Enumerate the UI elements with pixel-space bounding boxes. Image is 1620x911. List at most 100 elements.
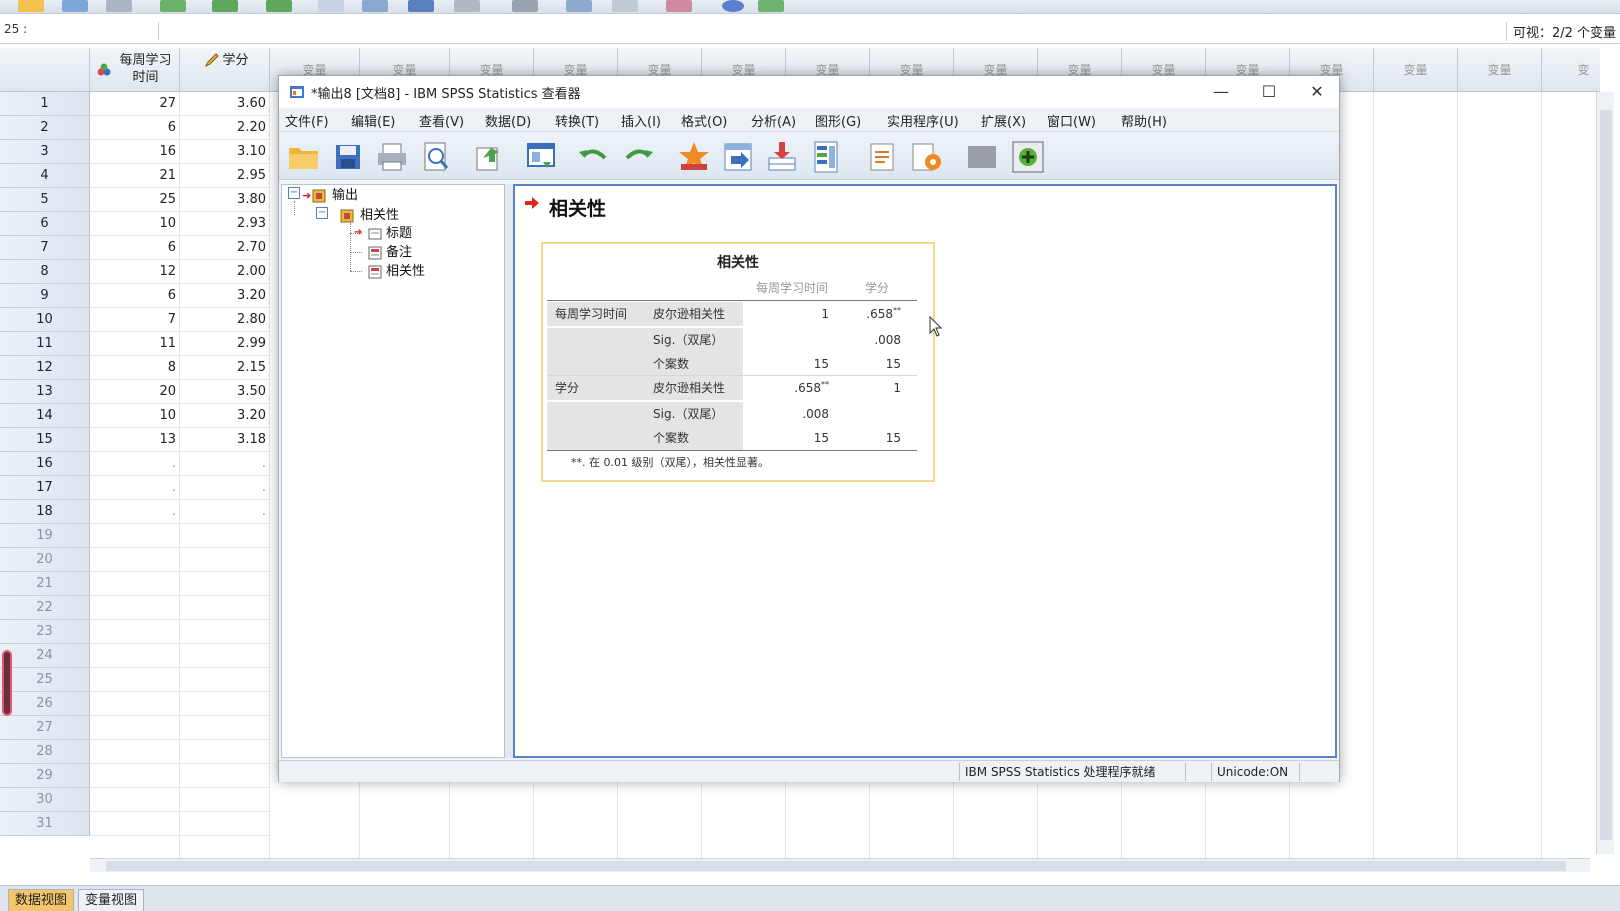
- column-header[interactable]: 变量: [1374, 48, 1458, 92]
- data-cell-credit[interactable]: 2.80: [180, 308, 270, 332]
- data-cell-study-time[interactable]: [90, 596, 180, 620]
- row-number[interactable]: 4: [0, 164, 90, 188]
- save-icon[interactable]: [329, 138, 367, 176]
- toolbar-open-icon[interactable]: [18, 0, 44, 12]
- column-header[interactable]: 学分: [180, 48, 270, 92]
- data-cell-credit[interactable]: 3.20: [180, 404, 270, 428]
- data-cell-study-time[interactable]: [90, 548, 180, 572]
- data-cell-credit[interactable]: [180, 764, 270, 788]
- outline-pane[interactable]: − ➜ 输出 − 相关性 ➜ 标题 备注 相关性: [281, 184, 505, 758]
- toolbar-sets-icon[interactable]: [666, 0, 692, 12]
- tree-item-correlations[interactable]: 相关性: [386, 263, 425, 281]
- print-icon[interactable]: [373, 138, 411, 176]
- vertical-scroll-thumb[interactable]: [1600, 110, 1612, 840]
- data-cell-credit[interactable]: [180, 716, 270, 740]
- row-number[interactable]: 9: [0, 284, 90, 308]
- maximize-button[interactable]: ☐: [1249, 80, 1289, 104]
- correlations-table[interactable]: 相关性 每周学习时间 学分 每周学习时间 皮尔逊相关性 1.658** Sig.（双尾）.…: [541, 242, 935, 482]
- tree-toggle-root[interactable]: −: [288, 187, 300, 199]
- data-cell-credit[interactable]: 3.18: [180, 428, 270, 452]
- row-number[interactable]: 14: [0, 404, 90, 428]
- data-cell-study-time[interactable]: 6: [90, 284, 180, 308]
- data-cell-credit[interactable]: 2.15: [180, 356, 270, 380]
- toolbar-select-icon[interactable]: [566, 0, 592, 12]
- row-number[interactable]: 18: [0, 500, 90, 524]
- export-icon[interactable]: [469, 138, 507, 176]
- row-number[interactable]: 3: [0, 140, 90, 164]
- goto-variable-icon[interactable]: [763, 138, 801, 176]
- undo-icon[interactable]: [575, 138, 613, 176]
- row-number[interactable]: 28: [0, 740, 90, 764]
- tree-item-title[interactable]: 标题: [386, 225, 412, 243]
- row-number[interactable]: 23: [0, 620, 90, 644]
- close-button[interactable]: ✕: [1297, 80, 1337, 104]
- open-folder-icon[interactable]: [285, 138, 323, 176]
- row-number[interactable]: 10: [0, 308, 90, 332]
- data-cell-study-time[interactable]: 11: [90, 332, 180, 356]
- data-cell-credit[interactable]: 3.80: [180, 188, 270, 212]
- data-cell-study-time[interactable]: 13: [90, 428, 180, 452]
- row-number[interactable]: 15: [0, 428, 90, 452]
- data-cell-credit[interactable]: 2.93: [180, 212, 270, 236]
- data-cell-credit[interactable]: 2.99: [180, 332, 270, 356]
- data-cell-study-time[interactable]: [90, 644, 180, 668]
- tree-group-label[interactable]: 相关性: [360, 207, 399, 225]
- horizontal-scrollbar[interactable]: [90, 858, 1590, 872]
- output-content-pane[interactable]: 相关性 相关性 每周学习时间 学分 每周学习时间 皮尔逊相关性 1.658** Sig.（…: [513, 184, 1337, 758]
- data-cell-study-time[interactable]: [90, 716, 180, 740]
- data-cell-study-time[interactable]: 20: [90, 380, 180, 404]
- row-number[interactable]: 29: [0, 764, 90, 788]
- data-cell-study-time[interactable]: [90, 620, 180, 644]
- row-number[interactable]: 1: [0, 92, 90, 116]
- row-number[interactable]: 7: [0, 236, 90, 260]
- insert-output-icon[interactable]: [907, 138, 945, 176]
- toolbar-extension-icon[interactable]: [758, 0, 784, 12]
- column-header[interactable]: 变量: [1458, 48, 1542, 92]
- data-cell-study-time[interactable]: [90, 788, 180, 812]
- horizontal-scroll-thumb[interactable]: [106, 861, 1566, 871]
- row-number[interactable]: 20: [0, 548, 90, 572]
- data-cell-study-time[interactable]: 21: [90, 164, 180, 188]
- menu-item[interactable]: 帮助(H): [1121, 111, 1167, 130]
- toolbar-save-icon[interactable]: [62, 0, 88, 12]
- data-cell-study-time[interactable]: [90, 668, 180, 692]
- data-cell-credit[interactable]: [180, 740, 270, 764]
- data-cell-credit[interactable]: 3.10: [180, 140, 270, 164]
- data-cell-study-time[interactable]: [90, 692, 180, 716]
- data-cell-credit[interactable]: .: [180, 476, 270, 500]
- row-number[interactable]: 22: [0, 596, 90, 620]
- data-cell-credit[interactable]: [180, 692, 270, 716]
- menu-item[interactable]: 格式(O): [681, 111, 727, 130]
- data-cell-study-time[interactable]: 8: [90, 356, 180, 380]
- data-cell-credit[interactable]: [180, 812, 270, 836]
- row-number[interactable]: 8: [0, 260, 90, 284]
- data-cell-credit[interactable]: 3.50: [180, 380, 270, 404]
- goto-case-icon[interactable]: [719, 138, 757, 176]
- minimize-button[interactable]: —: [1201, 80, 1241, 104]
- toolbar-undo-icon[interactable]: [212, 0, 238, 12]
- data-cell-credit[interactable]: [180, 668, 270, 692]
- column-header[interactable]: 变: [1542, 48, 1600, 92]
- data-cell-credit[interactable]: 3.20: [180, 284, 270, 308]
- menu-item[interactable]: 图形(G): [815, 111, 861, 130]
- vertical-scrollbar[interactable]: [1596, 92, 1614, 854]
- row-number[interactable]: 31: [0, 812, 90, 836]
- add-item-icon[interactable]: [1009, 138, 1047, 176]
- data-cell-credit[interactable]: [180, 572, 270, 596]
- row-number[interactable]: 27: [0, 716, 90, 740]
- data-cell-study-time[interactable]: 27: [90, 92, 180, 116]
- data-cell-study-time[interactable]: 16: [90, 140, 180, 164]
- row-number[interactable]: 21: [0, 572, 90, 596]
- data-cell-study-time[interactable]: 25: [90, 188, 180, 212]
- data-cell-study-time[interactable]: 6: [90, 236, 180, 260]
- row-number[interactable]: 16: [0, 452, 90, 476]
- data-cell-study-time[interactable]: .: [90, 500, 180, 524]
- row-number[interactable]: 25: [0, 668, 90, 692]
- menu-item[interactable]: 编辑(E): [351, 111, 395, 130]
- data-cell-study-time[interactable]: [90, 740, 180, 764]
- tree-toggle-group[interactable]: −: [316, 207, 328, 219]
- grid-corner[interactable]: [0, 48, 90, 92]
- hidden-icon[interactable]: [963, 138, 1001, 176]
- data-cell-study-time[interactable]: 10: [90, 212, 180, 236]
- column-header[interactable]: 每周学习 时间: [90, 48, 180, 92]
